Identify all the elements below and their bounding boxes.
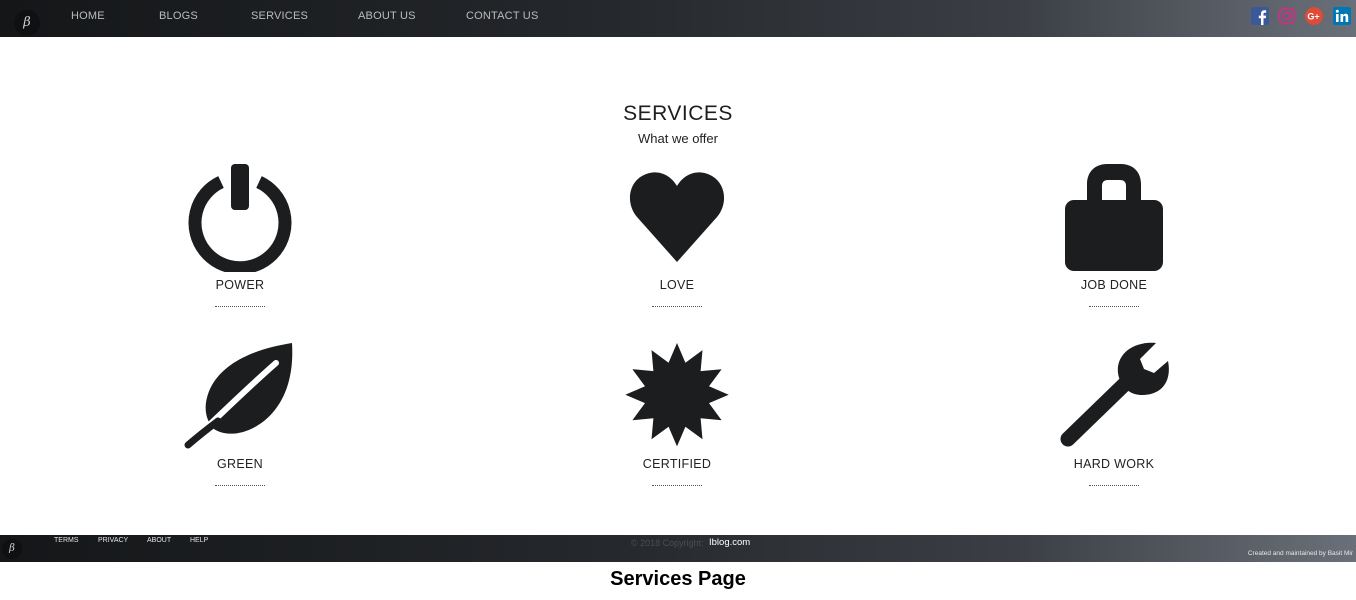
wrench-icon (1060, 342, 1169, 447)
instagram-icon[interactable] (1278, 7, 1296, 25)
nav-contact-us[interactable]: CONTACT US (466, 10, 539, 22)
page-title: SERVICES (623, 102, 733, 125)
service-job-done: JOB DONE (1014, 162, 1214, 307)
facebook-icon[interactable] (1251, 7, 1269, 25)
footer-link-help[interactable]: HELP (190, 537, 208, 544)
site-link[interactable]: Iblog.com (709, 537, 750, 548)
service-hard-work: HARD WORK (1014, 341, 1214, 486)
google-plus-icon[interactable]: G+ (1305, 7, 1323, 25)
copyright-text: © 2018 Copyright: (631, 538, 704, 548)
service-divider (215, 485, 265, 486)
service-love: LOVE (577, 162, 777, 307)
heart-icon (629, 172, 725, 262)
service-label-job-done: JOB DONE (1080, 278, 1148, 292)
service-green: GREEN (140, 341, 340, 486)
nav-home[interactable]: HOME (71, 10, 105, 22)
linkedin-icon[interactable] (1333, 7, 1351, 25)
footer-bar: β TERMS PRIVACY ABOUT HELP © 2018 Copyri… (0, 535, 1356, 562)
service-divider (1089, 306, 1139, 307)
page-subtitle: What we offer (638, 131, 718, 146)
service-divider (652, 306, 702, 307)
service-label-green: GREEN (217, 457, 263, 471)
nav-blogs[interactable]: BLOGS (159, 10, 198, 22)
nav-services[interactable]: SERVICES (251, 10, 308, 22)
service-label-certified: CERTIFIED (642, 457, 712, 471)
power-icon (188, 164, 292, 272)
footer-link-privacy[interactable]: PRIVACY (98, 537, 128, 544)
service-label-power: POWER (215, 278, 265, 292)
service-power: POWER (140, 162, 340, 307)
service-certified: CERTIFIED (577, 341, 777, 486)
top-navbar: β HOME BLOGS SERVICES ABOUT US CONTACT U… (0, 0, 1356, 37)
lock-icon (1065, 164, 1163, 271)
brand-logo[interactable]: β (14, 10, 40, 36)
service-label-hard-work: HARD WORK (1073, 457, 1155, 471)
service-divider (1089, 485, 1139, 486)
service-label-love: LOVE (659, 278, 695, 292)
nav-about-us[interactable]: ABOUT US (358, 10, 416, 22)
svg-text:G+: G+ (1307, 12, 1319, 22)
credit-text: Created and maintained by Basit Mir (1247, 550, 1353, 557)
page-caption: Services Page (610, 568, 746, 590)
service-divider (215, 306, 265, 307)
service-divider (652, 485, 702, 486)
footer-link-about[interactable]: ABOUT (147, 537, 171, 544)
leaf-icon (184, 343, 293, 449)
footer-logo[interactable]: β (2, 539, 22, 559)
footer-link-terms[interactable]: TERMS (54, 537, 79, 544)
certificate-icon (625, 343, 729, 447)
